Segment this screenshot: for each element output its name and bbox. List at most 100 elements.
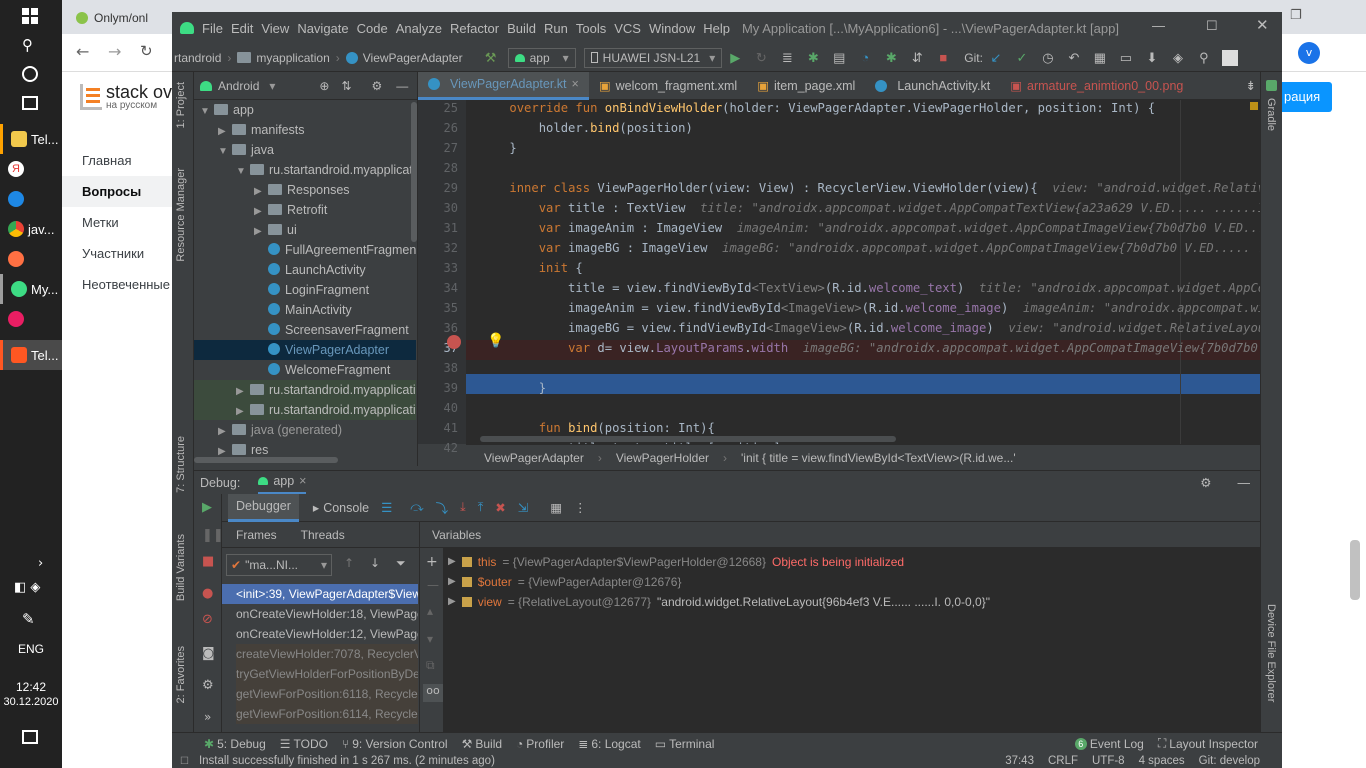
remove-icon[interactable]: — — [427, 578, 439, 592]
hide-panel-icon[interactable]: — — [1238, 476, 1251, 490]
glasses-icon[interactable]: oo — [423, 684, 443, 702]
gear-icon[interactable]: ⚙ — [1200, 475, 1211, 490]
taskbar-app-telegram-2[interactable]: Tel... — [0, 340, 62, 370]
step-into-icon[interactable]: ⤓ — [460, 500, 466, 515]
thread-select[interactable]: ✔ "ma...NI... ▾ — [226, 554, 332, 576]
toolwin-todo[interactable]: ☰ TODO — [280, 737, 328, 751]
more-icon[interactable]: » — [204, 710, 211, 724]
tree-item[interactable]: ▶ Responses — [194, 180, 416, 200]
profile-icon[interactable] — [1221, 49, 1238, 66]
menu-refactor[interactable]: Refactor — [450, 21, 499, 36]
structure-tab[interactable]: 7: Structure — [175, 436, 187, 493]
menu-navigate[interactable]: Navigate — [297, 21, 348, 36]
git-rollback-icon[interactable]: ↶ — [1066, 50, 1082, 66]
stop-icon[interactable]: ■ — [935, 50, 951, 66]
profile-avatar[interactable]: v — [1298, 42, 1320, 64]
search-icon[interactable]: ⚲ — [22, 36, 33, 54]
project-structure-icon[interactable]: ▦ — [1092, 50, 1108, 66]
chevron-right-icon[interactable]: ▶ — [448, 572, 456, 592]
chevron-right-icon[interactable]: ▶ — [448, 552, 456, 572]
more-icon[interactable]: ⋮ — [574, 500, 587, 515]
gradle-tab[interactable]: Gradle — [1265, 98, 1277, 131]
tray-icon[interactable]: ◧ ◈ — [14, 580, 40, 595]
debug-icon[interactable]: ✱ — [805, 50, 821, 66]
apply-code-changes-icon[interactable]: ≣ — [779, 50, 795, 66]
show-execution-point-icon[interactable]: ⤼ — [410, 500, 423, 515]
clock-date[interactable]: 30.12.2020 — [0, 696, 62, 708]
taskbar-app-telegram[interactable]: Tel... — [0, 124, 62, 154]
menu-help[interactable]: Help — [703, 21, 730, 36]
menu-run[interactable]: Run — [544, 21, 568, 36]
tree-item[interactable]: ▶ ru.startandroid.myapplicatio — [194, 380, 416, 400]
attach-debugger-icon[interactable]: ✱ — [883, 50, 899, 66]
tree-item[interactable]: LaunchActivity — [194, 260, 416, 280]
editor-tab-armature-png[interactable]: ▣ armature_animtion0_00.png — [1000, 72, 1193, 100]
variable-row[interactable]: ▶ view = {RelativeLayout@12677} "android.wi… — [448, 592, 990, 612]
more-tabs-icon[interactable]: ⇟ — [1242, 72, 1260, 100]
editor-tab-item-page[interactable]: ▣ item_page.xml — [747, 72, 865, 100]
git-branch[interactable]: Git: develop — [1199, 755, 1260, 767]
forward-icon[interactable]: → — [108, 42, 121, 61]
line-separator[interactable]: CRLF — [1048, 755, 1078, 767]
indent-setting[interactable]: 4 spaces — [1139, 755, 1185, 767]
collapse-icon[interactable]: ⇅ — [341, 79, 351, 93]
build-variants-tab[interactable]: Build Variants — [175, 534, 187, 601]
warning-marker-icon[interactable] — [1250, 102, 1258, 110]
chevron-down-icon[interactable]: ▼ — [218, 142, 232, 160]
add-watch-icon[interactable]: + — [426, 554, 438, 570]
run-to-cursor-icon[interactable]: ⇲ — [518, 500, 528, 515]
nav-crumb-package[interactable]: rtandroid — [174, 51, 221, 65]
profile-icon[interactable]: ◔ — [857, 50, 873, 66]
chevron-down-icon[interactable]: ▼ — [236, 162, 250, 180]
tree-item[interactable]: ▶ ui — [194, 220, 416, 240]
chevron-right-icon[interactable]: ▶ — [218, 122, 232, 140]
tree-item[interactable]: WelcomeFragment — [194, 360, 416, 380]
tree-item[interactable]: ▼ java — [194, 140, 416, 160]
breadcrumb-class[interactable]: ViewPagerAdapter — [484, 451, 584, 465]
pen-icon[interactable]: ✎ — [22, 610, 35, 628]
view-breakpoints-icon[interactable]: ● — [202, 586, 213, 601]
menu-tools[interactable]: Tools — [576, 21, 606, 36]
menu-window[interactable]: Window — [649, 21, 695, 36]
taskbar-app-chrome[interactable]: jav... — [0, 214, 62, 244]
so-nav-users[interactable]: Участники — [62, 238, 172, 269]
sdk-manager-icon[interactable]: ⬇ — [1144, 50, 1160, 66]
editor-tab-viewpageradapter[interactable]: ViewPagerAdapter.kt × — [418, 71, 589, 100]
so-nav-questions[interactable]: Вопросы — [62, 176, 172, 207]
taskbar-app-android-studio[interactable]: My... — [0, 274, 62, 304]
breakpoint-icon[interactable] — [447, 335, 461, 349]
chevron-down-icon[interactable]: ▼ — [200, 102, 214, 120]
filter-icon[interactable]: ⏷ — [396, 556, 406, 571]
pause-icon[interactable]: ❚❚ — [202, 528, 224, 543]
gear-icon[interactable]: ⚙ — [372, 79, 383, 93]
sync-icon[interactable]: ⇵ — [909, 50, 925, 66]
toolwin-profiler[interactable]: ◔ Profiler — [516, 737, 564, 751]
drop-frame-icon[interactable]: ✖ — [495, 500, 505, 515]
device-select[interactable]: HUAWEI JSN-L21 ▾ — [583, 47, 723, 68]
stackoverflow-logo[interactable]: stack ov на русском — [80, 82, 172, 111]
frame-item[interactable]: getViewForPosition:6114, Recycler — [236, 704, 418, 724]
minimize-icon[interactable]: — — [1152, 18, 1165, 33]
tree-item[interactable]: ▶ manifests — [194, 120, 416, 140]
tree-item[interactable]: MainActivity — [194, 300, 416, 320]
mute-breakpoints-icon[interactable]: ⊘ — [202, 612, 213, 627]
menu-edit[interactable]: Edit — [231, 21, 253, 36]
reload-icon[interactable]: ↻ — [140, 42, 153, 60]
tree-item[interactable]: FullAgreementFragment — [194, 240, 416, 260]
apply-changes-icon[interactable]: ↻ — [753, 50, 769, 66]
frame-item[interactable]: createViewHolder:7078, RecyclerVie — [236, 644, 418, 664]
task-view-icon[interactable] — [22, 96, 38, 110]
tree-item[interactable]: ViewPagerAdapter — [194, 340, 416, 360]
menu-icon[interactable]: ☰ — [381, 500, 392, 515]
maximize-icon[interactable]: ☐ — [1206, 18, 1218, 34]
chevron-right-icon[interactable]: ▶ — [254, 222, 268, 240]
taskbar-app-media[interactable] — [0, 304, 62, 334]
evaluate-icon[interactable]: ▦ — [550, 500, 562, 515]
chevron-right-icon[interactable]: ▶ — [218, 422, 232, 440]
breadcrumb-inner-class[interactable]: ViewPagerHolder — [616, 451, 709, 465]
clock-time[interactable]: 12:42 — [0, 680, 62, 694]
so-nav-home[interactable]: Главная — [62, 145, 172, 176]
tree-item[interactable]: ScreensaverFragment — [194, 320, 416, 340]
camera-icon[interactable]: ◙ — [202, 646, 215, 661]
menu-view[interactable]: View — [261, 21, 289, 36]
